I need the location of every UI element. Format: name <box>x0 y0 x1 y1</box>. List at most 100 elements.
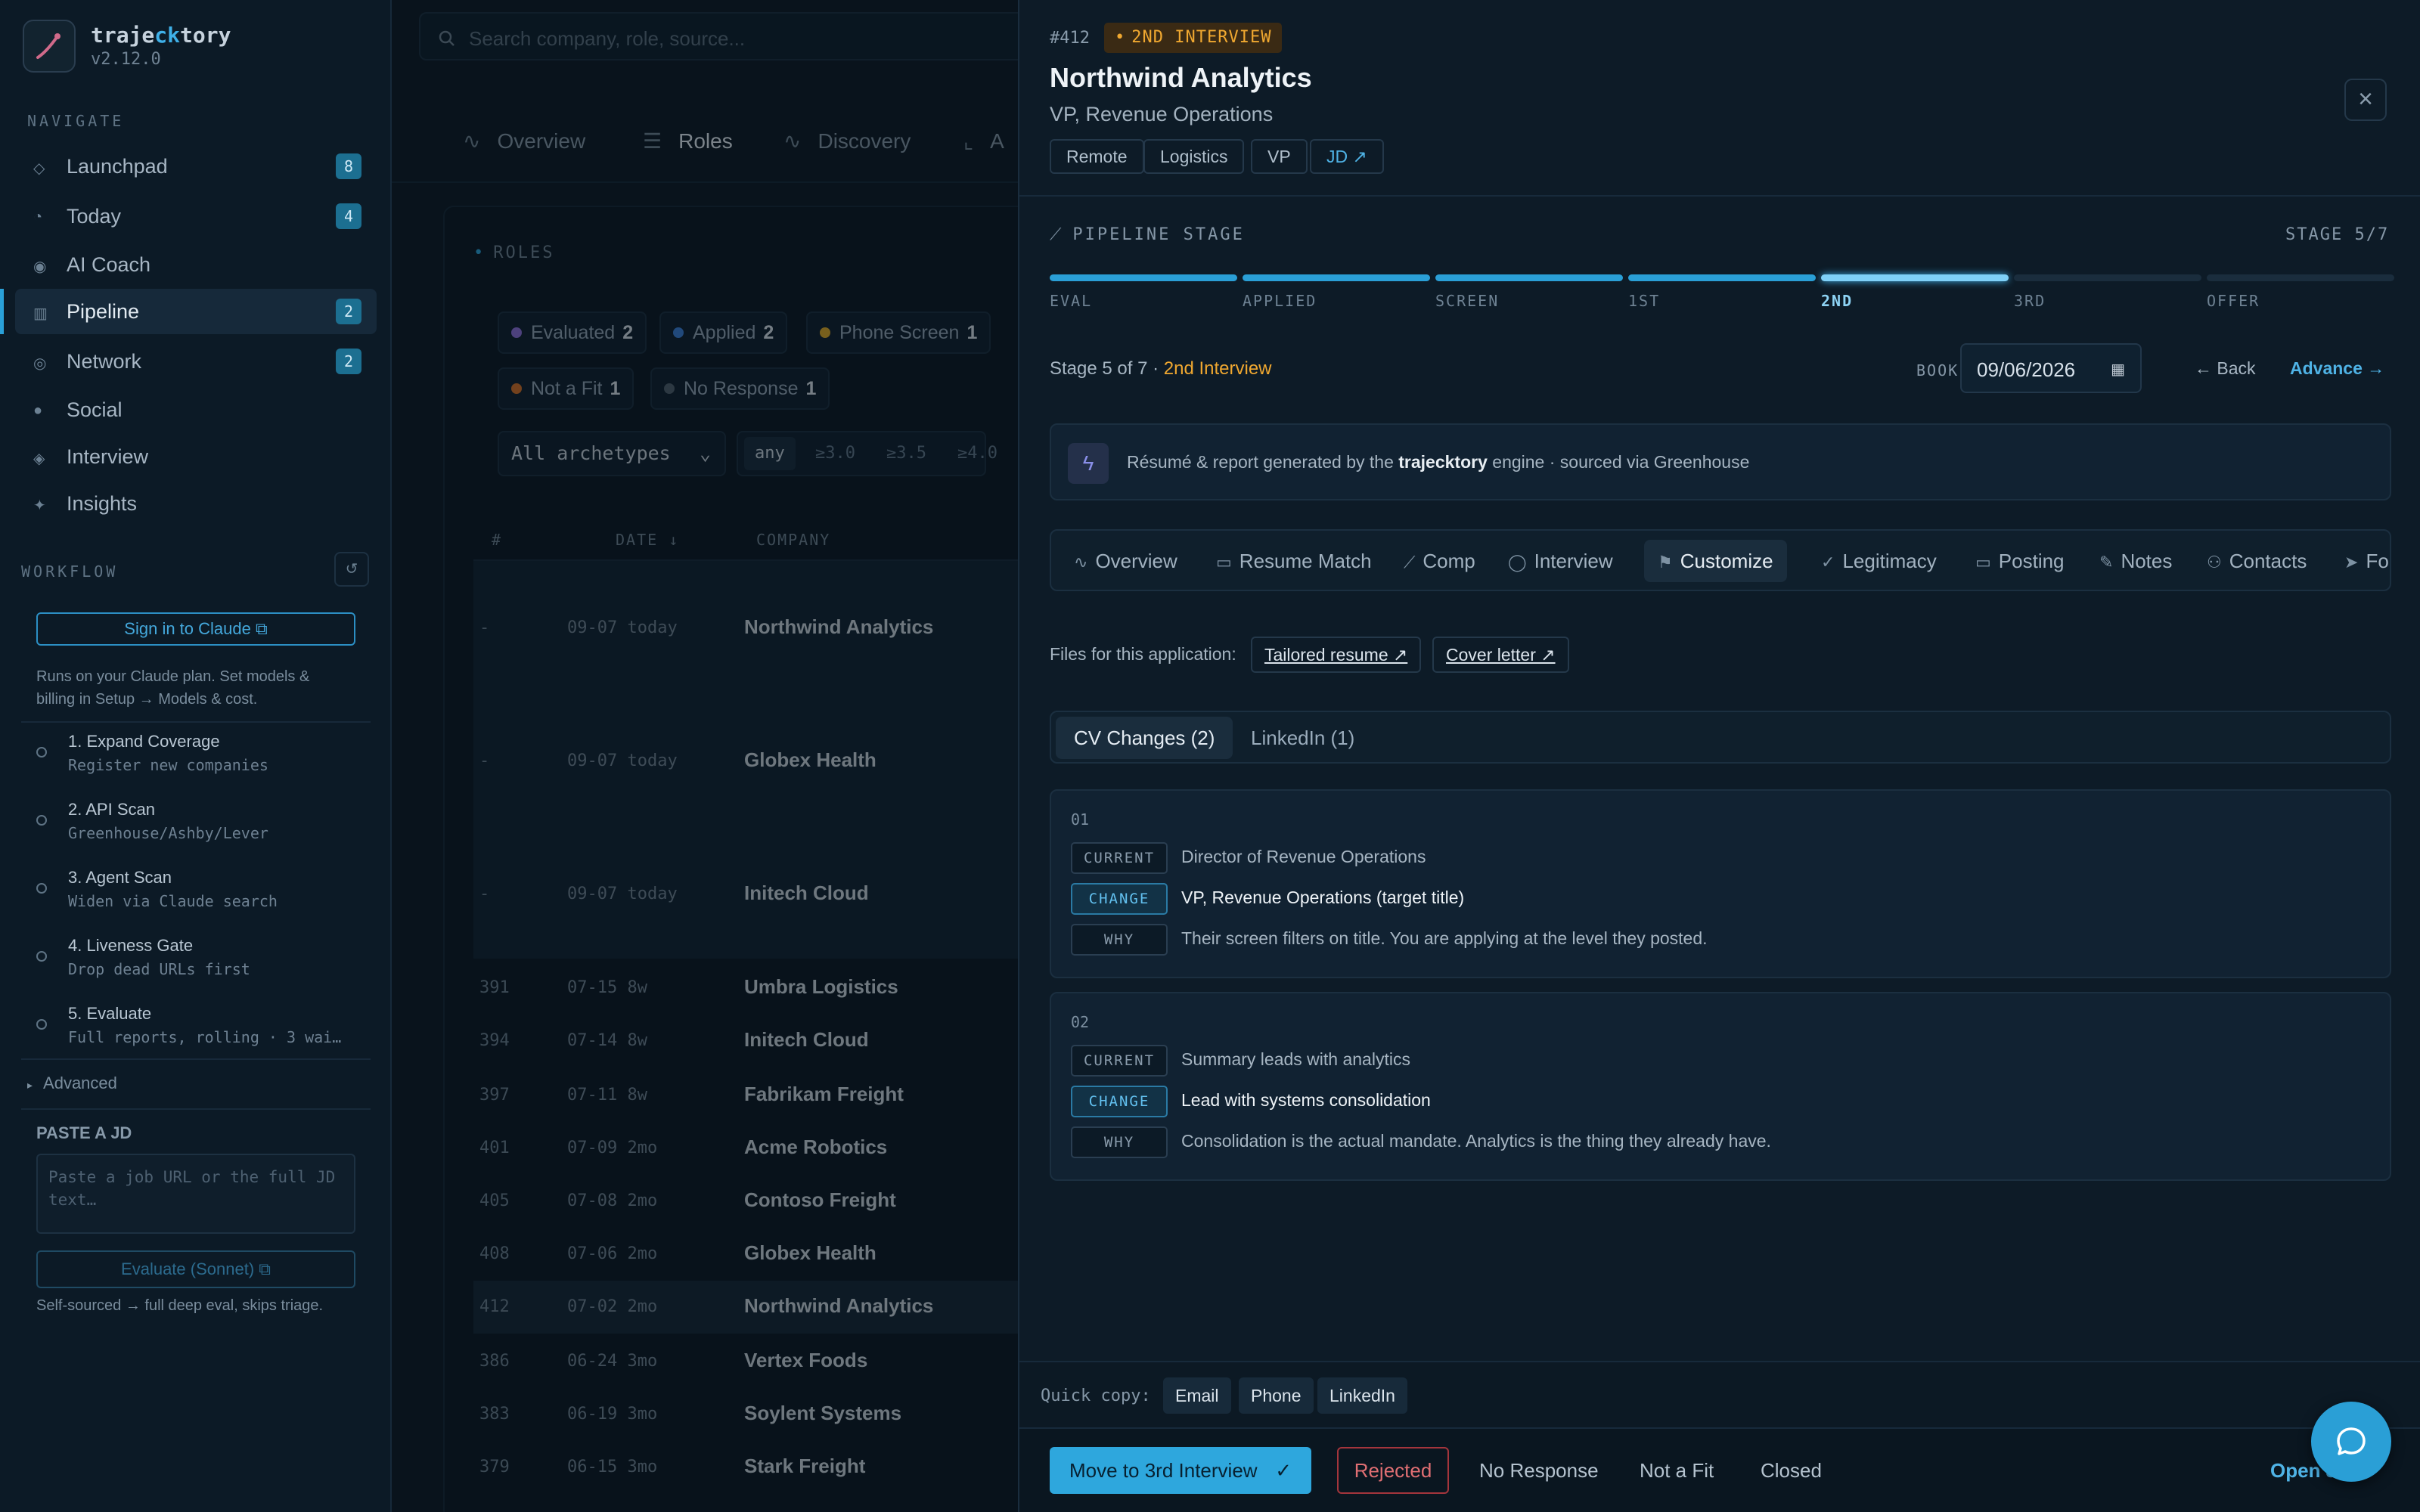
tab-notes[interactable]: ✎ Notes <box>2086 540 2186 582</box>
bolt-icon: ϟ <box>1068 443 1109 484</box>
why-text: Consolidation is the actual mandate. Ana… <box>1181 1131 1771 1151</box>
step-title: 2. API Scan <box>68 800 155 819</box>
modal-backdrop[interactable] <box>392 0 1018 1512</box>
sidebar-item-pipeline[interactable]: ▥ Pipeline 2 <box>0 289 377 334</box>
clock-icon: ◔ <box>33 209 43 225</box>
globe-icon: ● <box>33 402 43 419</box>
app-name: trajecktory <box>91 23 231 48</box>
sidebar-item-social[interactable]: ● Social <box>15 387 377 432</box>
advance-button[interactable]: Advance → <box>2290 358 2384 379</box>
info-text: Résumé & report generated by the trajeck… <box>1127 452 1750 472</box>
no-response-button[interactable]: No Response <box>1479 1447 1599 1494</box>
evaluate-button[interactable]: Evaluate (Sonnet) ⧉ <box>36 1250 355 1288</box>
sidebar-item-today[interactable]: ◔ Today 4 <box>15 194 377 239</box>
tab-cv-changes[interactable]: CV Changes (2) <box>1056 717 1233 759</box>
advanced-label: Advanced <box>43 1074 117 1092</box>
count-badge: 8 <box>336 153 361 179</box>
jd-textarea[interactable]: Paste a job URL or the full JD text… <box>36 1154 355 1234</box>
change-text: Lead with systems consolidation <box>1181 1090 1431 1110</box>
sidebar-item-network[interactable]: ◎ Network 2 <box>15 339 377 384</box>
stage-badge: • 2ND INTERVIEW <box>1104 23 1283 53</box>
step-dot-icon <box>36 951 47 962</box>
copy-linkedin-button[interactable]: LinkedIn <box>1317 1377 1407 1414</box>
rejected-button[interactable]: Rejected <box>1337 1447 1449 1494</box>
plan-note: Runs on your Claude plan. Set models & <box>36 668 310 685</box>
sidebar-item-interview[interactable]: ◈ Interview <box>15 434 377 479</box>
booked-date-input[interactable]: 09/06/2026 ▦ <box>1960 343 2142 393</box>
sidebar-item-ai-coach[interactable]: ◉ AI Coach <box>15 242 377 287</box>
copy-email-button[interactable]: Email <box>1163 1377 1231 1414</box>
diamond-icon: ◈ <box>33 451 45 467</box>
not-a-fit-button[interactable]: Not a Fit <box>1640 1447 1714 1494</box>
change-label: CHANGE <box>1071 883 1168 915</box>
copy-phone-button[interactable]: Phone <box>1239 1377 1314 1414</box>
closed-button[interactable]: Closed <box>1761 1447 1822 1494</box>
chat-icon: ◯ <box>1508 553 1527 572</box>
change-card: 01 CURRENT Director of Revenue Operation… <box>1050 789 2391 978</box>
sidebar-item-launchpad[interactable]: ◇ Launchpad 8 <box>15 144 377 189</box>
why-label: WHY <box>1071 1126 1168 1158</box>
check-icon: ✓ <box>1275 1459 1292 1482</box>
tab-posting[interactable]: ▭ Posting <box>1962 540 2078 582</box>
cover-letter-link[interactable]: Cover letter ↗ <box>1432 637 1569 673</box>
calendar-icon[interactable]: ▦ <box>2111 360 2125 379</box>
people-icon: ⚇ <box>2207 553 2222 572</box>
jd-link[interactable]: JD ↗ <box>1310 139 1384 174</box>
divider <box>21 1058 371 1060</box>
step-dot-icon <box>36 815 47 826</box>
sign-in-button[interactable]: Sign in to Claude ⧉ <box>36 612 355 646</box>
sidebar-item-label: Social <box>67 398 123 421</box>
stage-label[interactable]: OFFER <box>2207 292 2260 310</box>
stage-segment <box>1243 274 1430 281</box>
divider <box>1019 195 2420 197</box>
stage-label[interactable]: 1ST <box>1628 292 1660 310</box>
detail-tabs: ∿ Overview ▭ Resume Match ⟋ Comp ◯ Interview… <box>1050 529 2391 591</box>
back-button[interactable]: ← Back <box>2195 358 2256 379</box>
tab-legitimacy[interactable]: ✓ Legitimacy <box>1807 540 1950 582</box>
tailored-resume-link[interactable]: Tailored resume ↗ <box>1251 637 1422 673</box>
move-stage-button[interactable]: Move to 3rd Interview ✓ <box>1050 1447 1311 1494</box>
star-icon: ✦ <box>33 497 46 514</box>
advanced-toggle[interactable]: ▸ Advanced <box>27 1074 117 1093</box>
tab-linkedin[interactable]: LinkedIn (1) <box>1233 717 1373 759</box>
tab-contacts[interactable]: ⚇ Contacts <box>2193 540 2320 582</box>
step-subtitle: Widen via Claude search <box>68 892 278 910</box>
app-logo[interactable] <box>23 20 76 73</box>
tab-comp[interactable]: ⟋ Comp <box>1390 540 1489 582</box>
trend-icon: ⟋ <box>1404 553 1416 572</box>
stage-segment <box>2014 274 2201 281</box>
tag-remote: Remote <box>1050 139 1144 174</box>
step-title: 4. Liveness Gate <box>68 936 194 955</box>
stage-label-current[interactable]: 2ND <box>1821 292 1853 310</box>
why-label: WHY <box>1071 924 1168 956</box>
stage-label[interactable]: 3RD <box>2014 292 2046 310</box>
stage-label[interactable]: EVAL <box>1050 292 1092 310</box>
tab-customize[interactable]: ⚑ Customize <box>1644 540 1787 582</box>
sidebar-item-label: Network <box>67 350 142 373</box>
sidebar-item-label: Today <box>67 205 122 228</box>
stage-label[interactable]: SCREEN <box>1435 292 1499 310</box>
stage-segment-current <box>1821 274 2009 281</box>
sidebar-item-insights[interactable]: ✦ Insights <box>15 481 377 526</box>
plan-note: billing in Setup → Models & cost. <box>36 691 258 708</box>
check-icon: ✓ <box>1821 553 1835 572</box>
tab-overview[interactable]: ∿ Overview <box>1060 540 1191 582</box>
briefcase-icon: ▭ <box>1975 553 1991 572</box>
reset-icon[interactable]: ↺ <box>334 552 369 587</box>
stage-counter: STAGE 5/7 <box>2285 225 2390 244</box>
change-card: 02 CURRENT Summary leads with analytics … <box>1050 992 2391 1181</box>
stage-segment <box>1435 274 1623 281</box>
application-id: #412 <box>1050 29 1090 48</box>
sub-tabs: CV Changes (2) LinkedIn (1) <box>1050 711 2391 764</box>
close-icon[interactable]: × <box>2344 79 2387 121</box>
rocket-icon: ◇ <box>33 160 45 177</box>
tag-level: VP <box>1251 139 1308 174</box>
tab-interview[interactable]: ◯ Interview <box>1494 540 1627 582</box>
tab-follow-up[interactable]: ➤ Fo <box>2331 540 2390 582</box>
quick-copy-bar: Quick copy: Email Phone LinkedIn <box>1019 1361 2420 1427</box>
stage-label[interactable]: APPLIED <box>1243 292 1317 310</box>
chat-fab-button[interactable] <box>2311 1402 2391 1482</box>
tab-resume-match[interactable]: ▭ Resume Match <box>1202 540 1385 582</box>
count-badge: 2 <box>336 299 361 324</box>
workflow-heading: WORKFLOW <box>21 562 119 581</box>
